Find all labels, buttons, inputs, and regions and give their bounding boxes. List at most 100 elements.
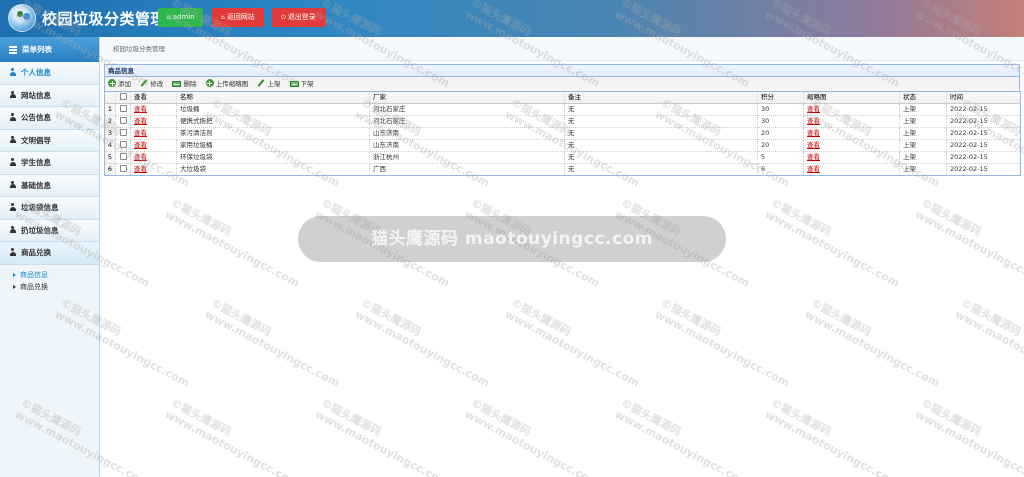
view-link[interactable]: 查看 xyxy=(130,139,177,152)
upload-thumbnail-button[interactable]: 上传缩略图 xyxy=(205,77,248,91)
view-link[interactable]: 查看 xyxy=(130,103,177,116)
thumbnail-link-text[interactable]: 查看 xyxy=(807,153,820,161)
cell-points: 20 xyxy=(757,139,804,152)
watermark-line-url: www.maotouyingcc.com xyxy=(502,307,642,390)
watermark-line-cn: ©猫头鹰源码 xyxy=(658,296,724,339)
column-header-remark[interactable]: 备注 xyxy=(564,91,758,104)
thumbnail-link-text[interactable]: 查看 xyxy=(807,117,820,125)
view-link-text[interactable]: 查看 xyxy=(134,105,147,113)
user-icon xyxy=(9,113,16,121)
admin-button[interactable]: ⌂ admin xyxy=(158,8,203,27)
view-link[interactable]: 查看 xyxy=(130,115,177,128)
sidebar-item-basic-info[interactable]: 基础信息 xyxy=(0,174,99,197)
table-row[interactable]: 4 查看 家用垃圾桶 山东济南 无 20 查看 上架 2022-02-15 xyxy=(104,139,1021,152)
thumbnail-link-text[interactable]: 查看 xyxy=(807,129,820,137)
view-link[interactable]: 查看 xyxy=(130,163,177,176)
watermark-line-cn: ©猫头鹰源码 xyxy=(318,396,384,439)
table-row[interactable]: 5 查看 环保垃圾袋 浙江杭州 无 5 查看 上架 2022-02-15 xyxy=(104,151,1021,164)
sidebar-item-announcements[interactable]: 公告信息 xyxy=(0,107,99,130)
off-shelf-button[interactable]: 下架 xyxy=(289,77,314,91)
sidebar: 菜单列表 个人信息 网站信息 公告信息 文明倡导 学生信息 基础信息 垃圾袋信息… xyxy=(0,37,100,477)
thumbnail-link[interactable]: 查看 xyxy=(803,151,900,164)
thumbnail-link[interactable]: 查看 xyxy=(803,163,900,176)
add-button[interactable]: 添加 xyxy=(108,77,131,91)
sidebar-item-civility[interactable]: 文明倡导 xyxy=(0,129,99,152)
row-checkbox[interactable] xyxy=(115,139,131,152)
row-number: 3 xyxy=(104,127,116,140)
watermark-line-url: www.maotouyingcc.com xyxy=(312,407,452,477)
top-header: 校园垃圾分类管理 ⌂ admin ⌂ 返回网站 ⏻ 退出登录 xyxy=(0,0,1024,37)
user-icon xyxy=(9,158,16,166)
watermark-text: ©猫头鹰源码 www.maotouyingcc.com xyxy=(653,296,798,390)
sidebar-item-site-info[interactable]: 网站信息 xyxy=(0,84,99,107)
thumbnail-link[interactable]: 查看 xyxy=(803,103,900,116)
cell-name: 便携式拖把 xyxy=(176,115,370,128)
row-number: 2 xyxy=(104,115,116,128)
user-icon xyxy=(9,248,16,256)
view-link[interactable]: 查看 xyxy=(130,127,177,140)
watermark-line-cn: ©猫头鹰源码 xyxy=(808,296,874,339)
table-row[interactable]: 2 查看 便携式拖把 河北石家庄 无 30 查看 上架 2022-02-15 xyxy=(104,115,1021,128)
view-link-text[interactable]: 查看 xyxy=(134,165,147,173)
watermark-line-cn: ©猫头鹰源码 xyxy=(508,296,574,339)
thumbnail-link-text[interactable]: 查看 xyxy=(807,141,820,149)
column-header-vendor[interactable]: 厂家 xyxy=(369,91,565,104)
row-number-header xyxy=(104,91,116,104)
view-link-text[interactable]: 查看 xyxy=(134,129,147,137)
logout-button[interactable]: ⏻ 退出登录 xyxy=(272,8,326,27)
column-header-points[interactable]: 积分 xyxy=(757,91,804,104)
user-icon xyxy=(9,203,16,211)
table-row[interactable]: 1 查看 垃圾桶 河北石家庄 无 30 查看 上架 2022-02-15 xyxy=(104,103,1021,116)
thumbnail-link-text[interactable]: 查看 xyxy=(807,105,820,113)
table-row[interactable]: 6 查看 大垃圾袋 广西 无 6 查看 上架 2022-02-15 xyxy=(104,163,1021,176)
sidebar-item-redemption[interactable]: 商品兑换 xyxy=(0,242,99,265)
row-checkbox[interactable] xyxy=(115,115,131,128)
select-all-checkbox[interactable] xyxy=(115,91,131,104)
home-icon: ⌂ xyxy=(167,14,171,21)
thumbnail-link[interactable]: 查看 xyxy=(803,115,900,128)
thumbnail-link[interactable]: 查看 xyxy=(803,139,900,152)
cell-vendor: 河北石家庄 xyxy=(369,115,565,128)
row-checkbox[interactable] xyxy=(115,163,131,176)
edit-button[interactable]: 修改 xyxy=(140,77,163,91)
cell-vendor: 山东济南 xyxy=(369,127,565,140)
column-header-name[interactable]: 名称 xyxy=(176,91,370,104)
menu-list-header: 菜单列表 xyxy=(0,37,99,62)
view-link-text[interactable]: 查看 xyxy=(134,153,147,161)
view-link-text[interactable]: 查看 xyxy=(134,117,147,125)
sidebar-subitem-product-redeem[interactable]: 商品兑换 xyxy=(0,282,99,293)
view-link[interactable]: 查看 xyxy=(130,151,177,164)
sidebar-item-trash-bags[interactable]: 垃圾袋信息 xyxy=(0,197,99,220)
row-checkbox[interactable] xyxy=(115,151,131,164)
watermark-line-url: www.maotouyingcc.com xyxy=(762,207,902,290)
view-link-text[interactable]: 查看 xyxy=(134,141,147,149)
user-icon xyxy=(9,68,16,76)
home-icon: ⌂ xyxy=(221,14,225,21)
sidebar-item-personal-info[interactable]: 个人信息 xyxy=(0,62,99,85)
user-icon xyxy=(9,135,16,144)
thumbnail-link-text[interactable]: 查看 xyxy=(807,165,820,173)
column-header-view[interactable]: 查看 xyxy=(130,91,177,104)
table-row[interactable]: 3 查看 茶污清洁剂 山东济南 无 20 查看 上架 2022-02-15 xyxy=(104,127,1021,140)
menu-list-title: 菜单列表 xyxy=(22,45,52,54)
column-header-thumbnail[interactable]: 缩略图 xyxy=(803,91,900,104)
app-title: 校园垃圾分类管理 xyxy=(42,10,167,28)
row-checkbox[interactable] xyxy=(115,127,131,140)
delete-button[interactable]: 删除 xyxy=(172,77,196,91)
sidebar-item-students[interactable]: 学生信息 xyxy=(0,152,99,175)
thumbnail-link[interactable]: 查看 xyxy=(803,127,900,140)
cell-remark: 无 xyxy=(564,127,758,140)
back-to-site-button[interactable]: ⌂ 返回网站 xyxy=(212,8,264,27)
watermark-text: ©猫头鹰源码 www.maotouyingcc.com xyxy=(913,196,1024,290)
column-header-time[interactable]: 时间 xyxy=(946,91,1021,104)
sidebar-subitem-product-info[interactable]: 商品信息 xyxy=(0,270,99,281)
add-label: 添加 xyxy=(118,80,131,88)
sidebar-subitem-label: 商品信息 xyxy=(20,270,48,279)
cell-points: 30 xyxy=(757,103,804,116)
user-icon xyxy=(9,90,16,99)
row-checkbox[interactable] xyxy=(115,103,131,116)
on-shelf-button[interactable]: 上架 xyxy=(257,77,280,91)
sidebar-item-disposal[interactable]: 扔垃圾信息 xyxy=(0,219,99,242)
checkbox-icon xyxy=(119,141,127,148)
column-header-status[interactable]: 状态 xyxy=(899,91,947,104)
